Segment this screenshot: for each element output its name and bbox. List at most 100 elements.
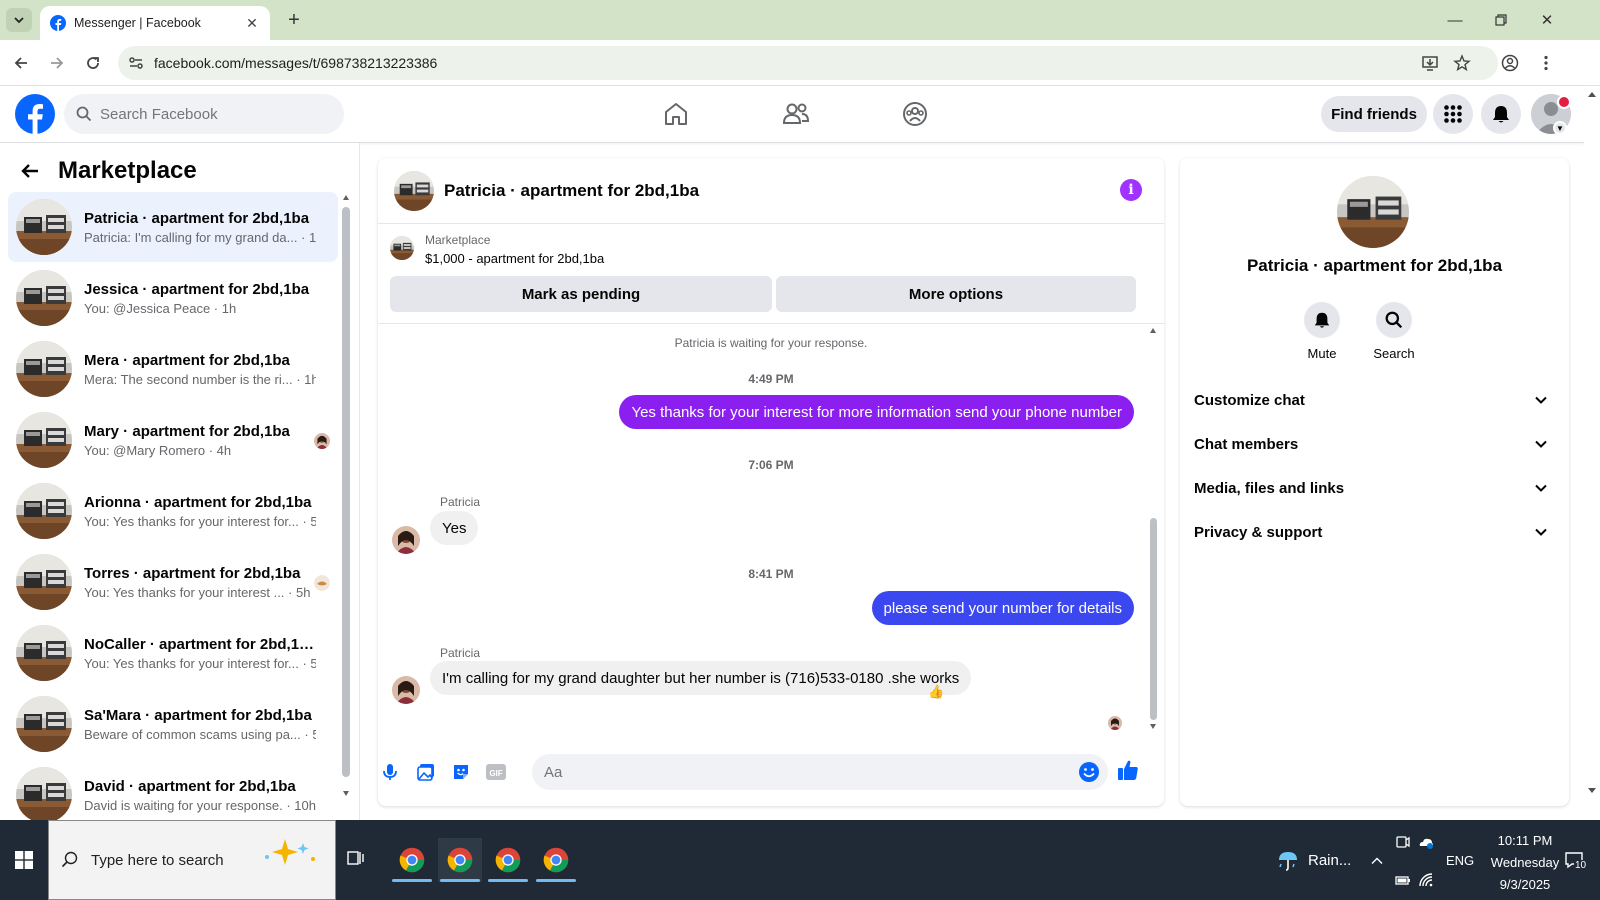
facebook-search-input[interactable] xyxy=(100,105,320,123)
taskbar-chrome-app[interactable] xyxy=(486,838,530,882)
conversation-info-icon[interactable]: i xyxy=(1120,179,1142,201)
page-scrollbar[interactable] xyxy=(1584,86,1600,820)
marketplace-listing-bar: Marketplace $1,000 - apartment for 2bd,1… xyxy=(378,224,1164,324)
chat-header[interactable]: Patricia · apartment for 2bd,1ba i xyxy=(378,158,1164,224)
sidebar-scrollbar[interactable] xyxy=(342,193,350,813)
restore-button[interactable] xyxy=(1478,0,1524,40)
task-view-button[interactable] xyxy=(346,848,366,873)
voice-clip-button[interactable] xyxy=(378,760,402,784)
chat-header-avatar[interactable] xyxy=(394,171,434,211)
outgoing-message[interactable]: Yes thanks for your interest for more in… xyxy=(619,395,1134,429)
conversation-item[interactable]: Patricia · apartment for 2bd,1ba Patricia… xyxy=(8,192,338,262)
waiting-notice: Patricia is waiting for your response. xyxy=(674,336,868,350)
sticker-button[interactable] xyxy=(449,760,473,784)
thumbs-up-reaction[interactable]: 👍 xyxy=(928,684,944,700)
site-settings-icon[interactable] xyxy=(128,55,144,71)
more-options-button[interactable]: More options xyxy=(776,276,1136,312)
browser-tab-messenger[interactable]: Messenger | Facebook ✕ xyxy=(40,6,270,40)
clock-time[interactable]: 10:11 PM xyxy=(1490,833,1560,848)
incoming-message[interactable]: Yes xyxy=(430,511,479,545)
taskbar-search[interactable]: Type here to search xyxy=(48,820,336,900)
chat-scroll-thumb[interactable] xyxy=(1150,518,1157,720)
customize-chat-section[interactable]: Customize chat xyxy=(1194,380,1554,420)
home-icon xyxy=(665,103,687,125)
clock-day[interactable]: Wednesday xyxy=(1480,855,1570,870)
chat-title[interactable]: Patricia · apartment for 2bd,1ba xyxy=(444,181,699,201)
meet-now-icon[interactable] xyxy=(1395,834,1411,850)
forward-button[interactable] xyxy=(44,50,70,76)
nav-groups[interactable] xyxy=(895,96,935,132)
conversation-item[interactable]: David · apartment for 2bd,1ba David is wa… xyxy=(8,760,338,820)
address-bar[interactable]: facebook.com/messages/t/698738213223386 xyxy=(118,46,1498,80)
notifications-button[interactable] xyxy=(1481,94,1521,134)
close-tab-icon[interactable]: ✕ xyxy=(244,15,260,32)
conversation-item[interactable]: Sa'Mara · apartment for 2bd,1ba Beware of… xyxy=(8,689,338,759)
nav-home[interactable] xyxy=(656,96,696,132)
show-hidden-icons-icon[interactable] xyxy=(1370,854,1384,868)
chat-panel: Patricia · apartment for 2bd,1ba i Marke… xyxy=(378,158,1164,806)
search-in-conversation-button[interactable]: Search xyxy=(1364,302,1424,361)
language-indicator[interactable]: ENG xyxy=(1446,853,1474,868)
patricia-avatar[interactable] xyxy=(392,676,420,704)
reload-icon xyxy=(87,57,99,69)
tab-search-button[interactable] xyxy=(6,8,32,32)
start-button[interactable] xyxy=(0,820,48,900)
listing-thumbnail xyxy=(16,341,72,397)
account-chevron-icon[interactable]: ▼ xyxy=(1553,121,1567,135)
facebook-logo-icon[interactable] xyxy=(15,94,55,134)
conversation-item[interactable]: Mary · apartment for 2bd,1ba You: @Mary R… xyxy=(8,405,338,475)
conversation-name: Mera · apartment for 2bd,1ba xyxy=(84,351,290,369)
facebook-search[interactable] xyxy=(64,94,344,134)
profile-button[interactable] xyxy=(1498,51,1522,75)
new-tab-button[interactable]: + xyxy=(282,8,306,32)
conversation-item[interactable]: Torres · apartment for 2bd,1ba You: Yes t… xyxy=(8,547,338,617)
taskbar-chrome-app[interactable] xyxy=(390,838,434,882)
conversation-item[interactable]: NoCaller · apartment for 2bd,1ba You: Yes… xyxy=(8,618,338,688)
conversation-item[interactable]: Arionna · apartment for 2bd,1ba You: Yes … xyxy=(8,476,338,546)
menu-button[interactable] xyxy=(1433,94,1473,134)
taskbar-chrome-app[interactable] xyxy=(534,838,578,882)
bookmark-button[interactable] xyxy=(1450,51,1474,75)
send-like-button[interactable] xyxy=(1116,758,1140,782)
rain-weather-icon[interactable] xyxy=(1276,848,1300,872)
minimize-button[interactable]: — xyxy=(1432,0,1478,40)
taskbar-chrome-app[interactable] xyxy=(438,838,482,882)
conversation-item[interactable]: Mera · apartment for 2bd,1ba Mera: The se… xyxy=(8,334,338,404)
patricia-avatar[interactable] xyxy=(392,526,420,554)
clock-date[interactable]: 9/3/2025 xyxy=(1480,877,1570,892)
listing-price-title[interactable]: $1,000 - apartment for 2bd,1ba xyxy=(425,251,604,266)
emoji-icon[interactable] xyxy=(1078,761,1100,783)
listing-thumbnail xyxy=(16,412,72,468)
sidebar-scroll-thumb[interactable] xyxy=(342,207,350,777)
privacy-support-section[interactable]: Privacy & support xyxy=(1194,512,1554,552)
outgoing-message[interactable]: please send your number for details xyxy=(871,591,1134,625)
conversation-name: Patricia · apartment for 2bd,1ba xyxy=(84,209,310,227)
microphone-icon xyxy=(383,764,397,780)
chat-scrollbar[interactable] xyxy=(1148,324,1158,738)
wifi-icon[interactable] xyxy=(1418,872,1434,888)
back-arrow-icon[interactable] xyxy=(20,161,40,181)
chat-members-section[interactable]: Chat members xyxy=(1194,424,1554,464)
mute-button[interactable]: Mute xyxy=(1292,302,1352,361)
reload-button[interactable] xyxy=(80,50,106,76)
browser-menu-button[interactable] xyxy=(1534,51,1558,75)
back-button[interactable] xyxy=(8,50,34,76)
gif-button[interactable]: GIF xyxy=(484,760,508,784)
media-files-links-section[interactable]: Media, files and links xyxy=(1194,468,1554,508)
close-window-button[interactable]: ✕ xyxy=(1524,0,1570,40)
install-app-button[interactable] xyxy=(1418,51,1442,75)
sidebar-header: Marketplace xyxy=(20,157,197,185)
onedrive-icon[interactable] xyxy=(1418,834,1434,850)
message-input[interactable] xyxy=(544,763,1044,781)
battery-icon[interactable] xyxy=(1395,872,1411,888)
attach-photo-button[interactable] xyxy=(414,760,438,784)
nav-friends[interactable] xyxy=(776,96,816,132)
message-input-box[interactable] xyxy=(532,754,1108,790)
mark-as-pending-button[interactable]: Mark as pending xyxy=(390,276,772,312)
listing-thumbnail[interactable] xyxy=(390,236,414,260)
incoming-message[interactable]: I'm calling for my grand daughter but he… xyxy=(430,661,972,695)
info-avatar[interactable] xyxy=(1337,176,1409,248)
conversation-item[interactable]: Jessica · apartment for 2bd,1ba You: @Jes… xyxy=(8,263,338,333)
find-friends-button[interactable]: Find friends xyxy=(1321,96,1427,132)
weather-text[interactable]: Rain... xyxy=(1308,852,1351,869)
